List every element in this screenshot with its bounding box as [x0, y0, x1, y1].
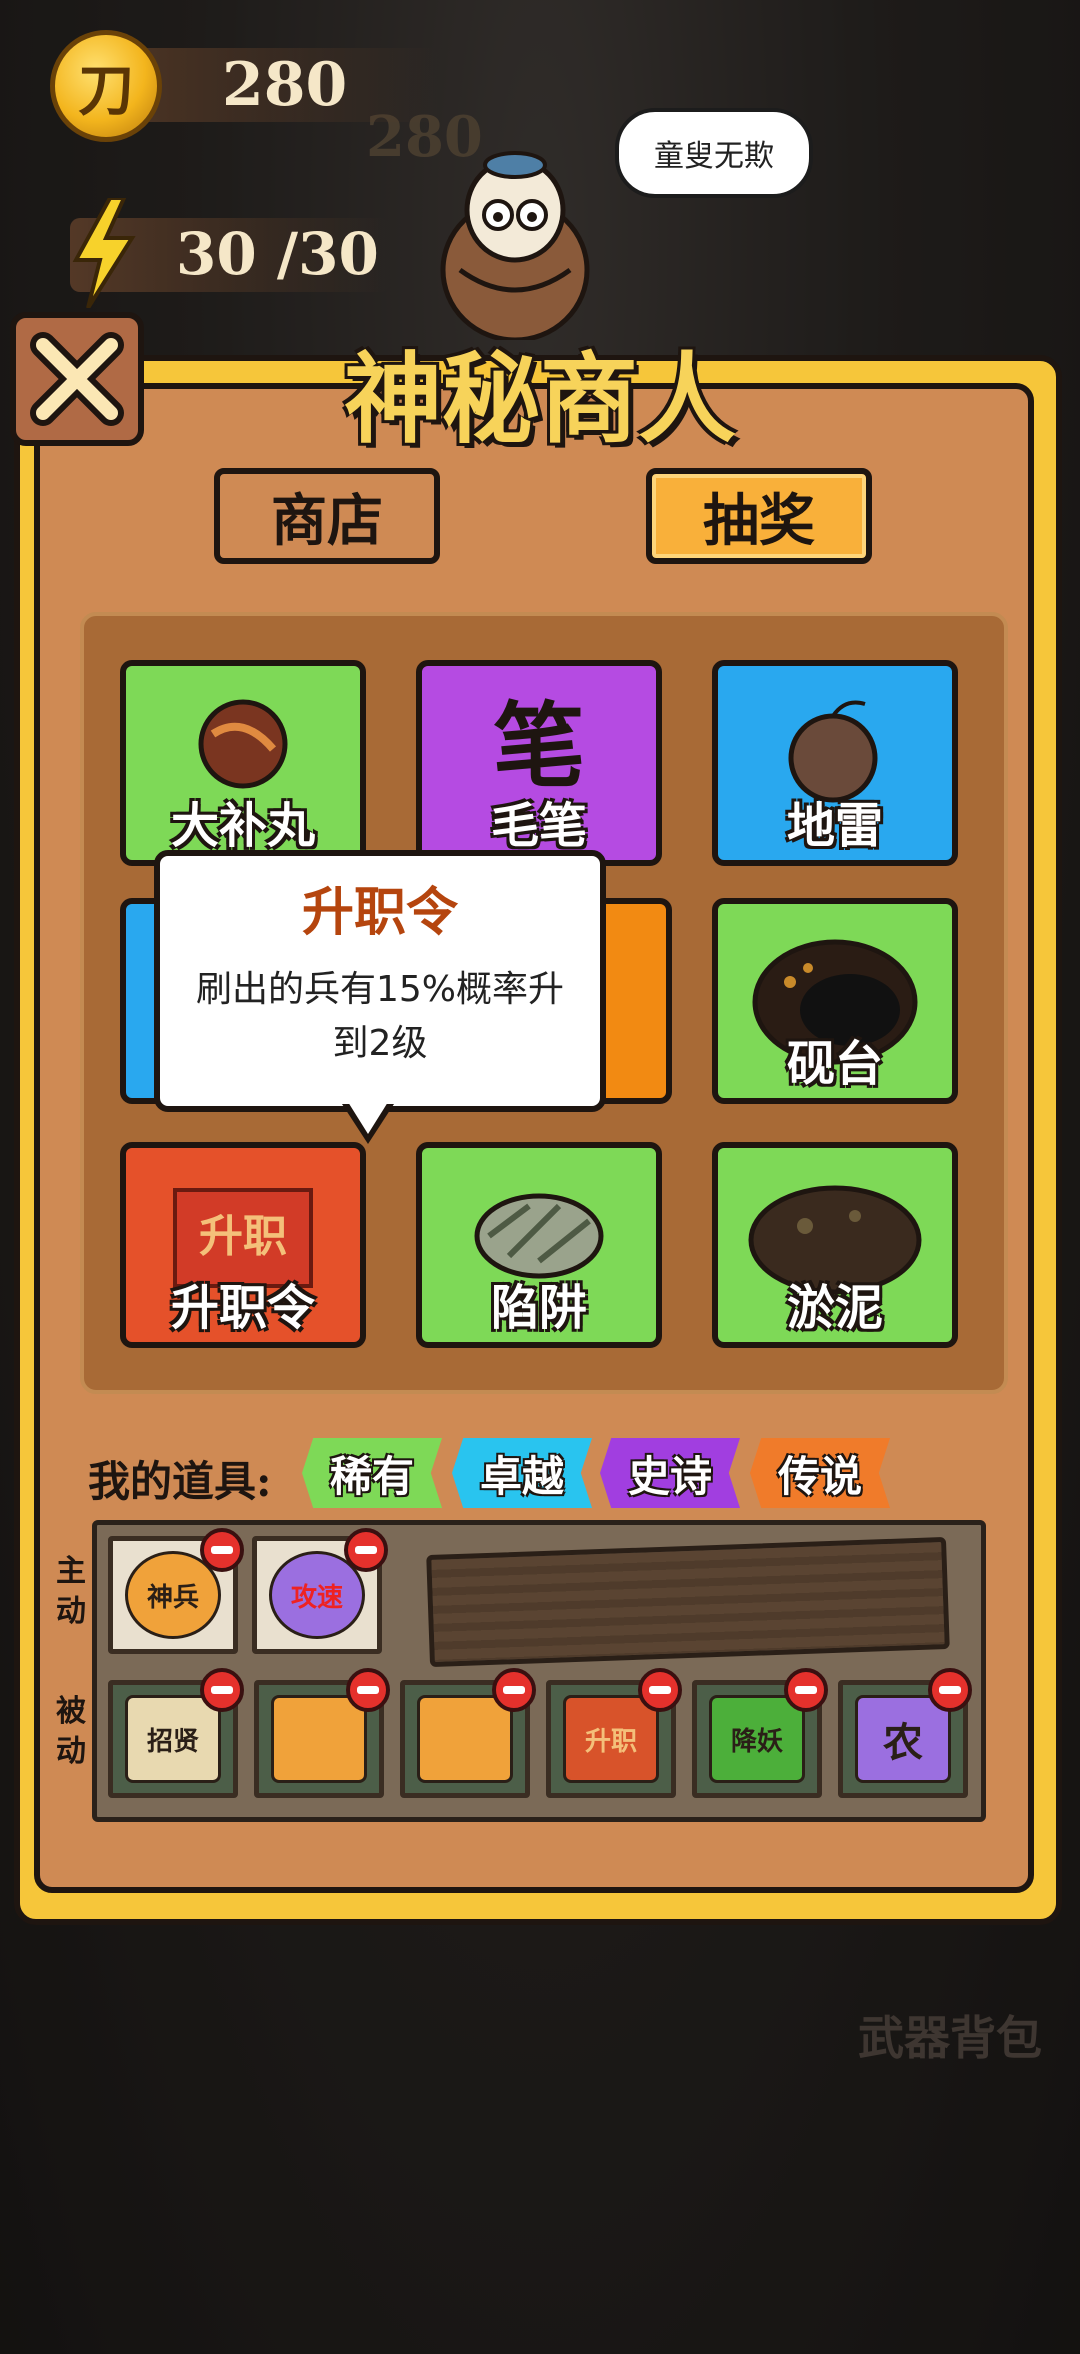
tooltip-description: 刷出的兵有15%概率升 到2级 [178, 963, 582, 1071]
prize-card-landmine[interactable]: 地雷 [712, 660, 958, 866]
remove-icon[interactable] [346, 1668, 390, 1712]
remove-icon[interactable] [344, 1528, 388, 1572]
remove-icon[interactable] [492, 1668, 536, 1712]
remove-icon[interactable] [200, 1668, 244, 1712]
prize-card-brush[interactable]: 笔 毛笔 [416, 660, 662, 866]
item-icon: 升职 [563, 1695, 659, 1783]
tab-lottery[interactable]: 抽奖 [646, 468, 872, 564]
prize-label: 毛笔 [490, 798, 587, 854]
prize-card-big-pill[interactable]: 大补丸 [120, 660, 366, 866]
tooltip-pointer-fill [348, 1102, 388, 1134]
prize-card-promotion[interactable]: 升职 升职令 [120, 1142, 366, 1348]
tab-shop[interactable]: 商店 [214, 468, 440, 564]
pill-icon [198, 699, 288, 789]
prize-card-trap[interactable]: 陷阱 [416, 1142, 662, 1348]
item-icon: 招贤 [125, 1695, 221, 1783]
merchant-character[interactable] [430, 140, 600, 340]
close-button[interactable] [10, 312, 144, 446]
rarity-tag-epic[interactable]: 史诗 [600, 1438, 740, 1508]
panel-title: 神秘商人 [343, 342, 736, 457]
prize-label: 地雷 [786, 798, 883, 854]
passive-row-label: 被动 [56, 1694, 86, 1769]
remove-icon[interactable] [200, 1528, 244, 1572]
prize-label: 淤泥 [786, 1280, 883, 1336]
item-tooltip: 升职令 刷出的兵有15%概率升 到2级 [154, 850, 606, 1112]
shovel-icon [271, 1695, 367, 1783]
prize-card-mud[interactable]: 淤泥 [712, 1142, 958, 1348]
tooltip-desc-line2: 到2级 [332, 1023, 428, 1064]
prize-label: 陷阱 [490, 1280, 587, 1336]
close-icon [30, 332, 124, 426]
prize-label: 砚台 [786, 1036, 883, 1092]
coin-count: 280 [222, 50, 348, 120]
merchant-speech-bubble: 童叟无欺 [615, 108, 813, 198]
active-row-label: 主动 [56, 1554, 86, 1629]
rarity-tag-rare[interactable]: 稀有 [302, 1438, 442, 1508]
item-icon: 降妖 [709, 1695, 805, 1783]
item-icon: 农 [855, 1695, 951, 1783]
my-items-label: 我的道具: [88, 1457, 272, 1506]
energy-count: 30 /30 [176, 220, 379, 288]
weapon-bag-button[interactable]: 武器背包 [858, 2002, 1042, 2068]
dig-icon [417, 1695, 513, 1783]
lightning-icon [72, 198, 136, 308]
coin-icon: 刀 [50, 30, 162, 142]
remove-icon[interactable] [784, 1668, 828, 1712]
prize-label: 升职令 [170, 1280, 315, 1336]
rarity-tag-excellent[interactable]: 卓越 [452, 1438, 592, 1508]
locked-plank [426, 1536, 950, 1668]
prize-label: 大补丸 [170, 798, 315, 854]
rarity-tag-legendary[interactable]: 传说 [750, 1438, 890, 1508]
prize-card-inkstone[interactable]: 砚台 [712, 898, 958, 1104]
tooltip-desc-line1: 刷出的兵有15%概率升 [195, 969, 565, 1010]
remove-icon[interactable] [928, 1668, 972, 1712]
tooltip-title: 升职令 [301, 882, 458, 943]
remove-icon[interactable] [638, 1668, 682, 1712]
